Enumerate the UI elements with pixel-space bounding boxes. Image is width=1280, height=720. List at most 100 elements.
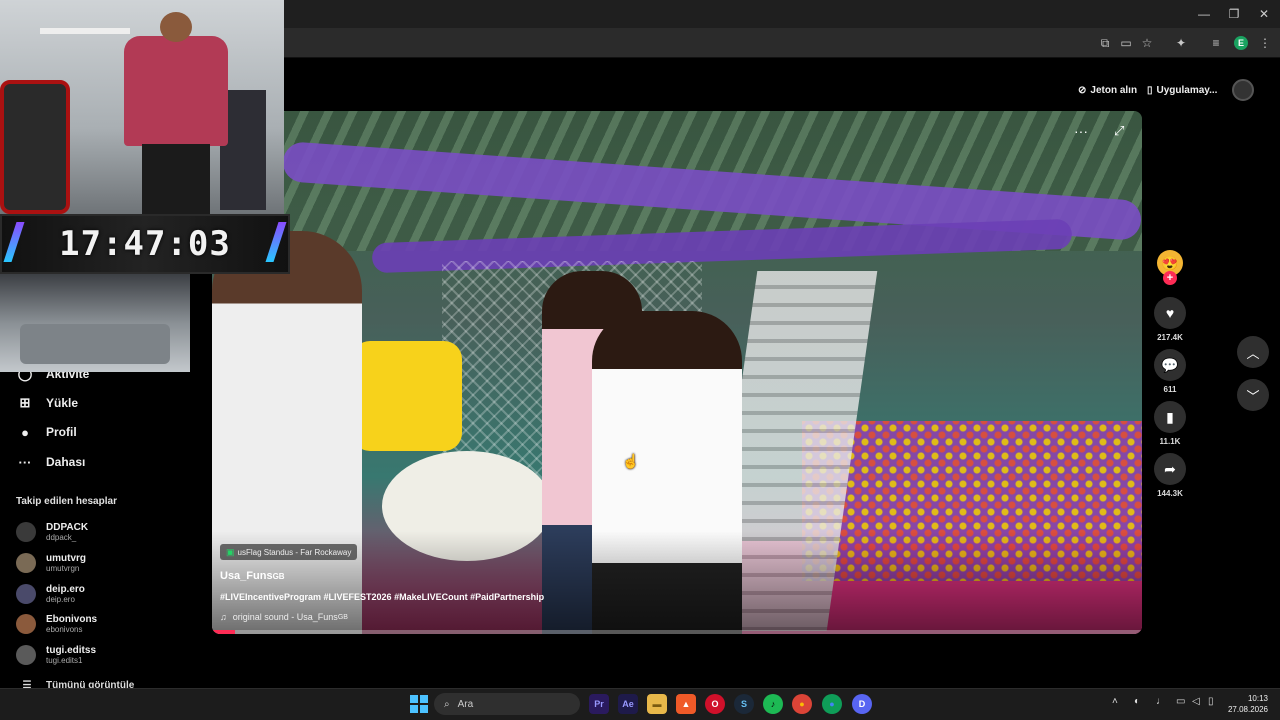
taskbar-date: 27.08.2026 (1227, 705, 1268, 714)
taskbar (0, 688, 1280, 720)
video-sound[interactable]: ♫ original sound - Usa_Funs GB (220, 612, 348, 622)
like-count: 217.4K (1157, 333, 1183, 342)
sidebar-item-upload[interactable]: ⊞ Yükle (16, 391, 78, 415)
avatar (16, 614, 36, 634)
account-handle: umutvrgn (46, 563, 80, 573)
followed-account[interactable]: Ebonivons ebonivons (16, 609, 97, 639)
get-app-label: Uygulamay... (1156, 84, 1218, 96)
more-icon: ··· (18, 454, 32, 470)
coin-icon: ⊘ (1078, 84, 1087, 96)
premiere-icon[interactable]: Pr (589, 694, 609, 714)
share-icon: ➦ (1164, 460, 1176, 477)
following-heading: Takip edilen hesaplar (16, 496, 117, 507)
comment-button[interactable]: 💬 (1154, 349, 1186, 381)
search-icon: ⌕ (444, 698, 450, 710)
webcam-bed (20, 324, 170, 364)
video-frame-car (352, 341, 462, 451)
avatar (16, 522, 36, 542)
clock-time: 17:47:03 (59, 224, 231, 264)
chrome-profile-icon[interactable]: ● (822, 694, 842, 714)
video-progress-fill (212, 630, 236, 634)
get-coins-button[interactable]: ⊘ Jeton alın (1078, 77, 1137, 103)
edge-icon[interactable]: ◐ (1134, 696, 1140, 707)
share-button[interactable]: ➦ (1154, 453, 1186, 485)
webcam-overlay (0, 0, 284, 214)
discord-icon[interactable]: D (852, 694, 872, 714)
minimize-button[interactable]: — (1188, 0, 1220, 28)
like-button[interactable]: ♥ (1154, 297, 1186, 329)
location-label: usFlag Standus - Far Rockaway (237, 547, 352, 557)
user-avatar[interactable] (1232, 79, 1254, 101)
chevron-up-icon[interactable]: ˄ (1112, 696, 1118, 707)
maximize-button[interactable]: ❐ (1218, 0, 1250, 28)
folder-icon[interactable]: ▬ (647, 694, 667, 714)
translate-icon[interactable]: ⧉ (1096, 34, 1114, 52)
volume-icon[interactable]: ◁ (1192, 696, 1200, 707)
previous-video-button[interactable]: ︿ (1237, 336, 1269, 368)
battery-icon[interactable]: ▯ (1208, 696, 1214, 707)
stream-clock: 17:47:03 (0, 214, 290, 274)
webcam-room-overlay (0, 274, 190, 372)
profile-icon[interactable]: E (1232, 34, 1250, 52)
sound-suffix: GB (337, 613, 348, 621)
followed-account[interactable]: deip.ero deip.ero (16, 579, 85, 609)
fullscreen-icon[interactable]: ⤢ (1114, 123, 1124, 139)
spotify-icon[interactable]: ♪ (763, 694, 783, 714)
network-icon[interactable]: ▭ (1176, 696, 1185, 707)
menu-icon[interactable]: ⋮ (1256, 34, 1274, 52)
sidebar-item-label: Dahası (46, 455, 86, 469)
avatar (16, 584, 36, 604)
get-app-button[interactable]: ▯ Uygulamay... (1147, 77, 1217, 103)
account-handle: tugi.edits1 (46, 655, 83, 665)
close-button[interactable]: ✕ (1248, 0, 1280, 28)
chevron-down-icon: ﹀ (1246, 388, 1260, 404)
more-options-icon[interactable]: ··· (1074, 123, 1088, 139)
followed-account[interactable]: DDPACK ddpack_ (16, 517, 88, 547)
brave-icon[interactable]: ▲ (676, 694, 696, 714)
chrome-icon[interactable]: ● (792, 694, 812, 714)
extensions-icon[interactable]: ✦ (1172, 34, 1190, 52)
heart-icon: ♥ (1165, 305, 1175, 321)
account-handle: ddpack_ (46, 532, 77, 542)
sidebar-item-label: Profil (46, 425, 77, 439)
video-player[interactable]: ··· ⤢ ▣ usFlag Standus - Far Rockaway Us… (212, 111, 1142, 634)
account-name: tugi.editss (46, 644, 97, 656)
music-note-icon: ♫ (220, 612, 227, 622)
followed-account[interactable]: tugi.editss tugi.edits1 (16, 640, 96, 670)
microphone-icon[interactable]: ♩ (1156, 696, 1166, 707)
followed-account[interactable]: umutvrg umutvrgn (16, 548, 86, 578)
video-caption[interactable]: #LIVEIncentiveProgram #LIVEFEST2026 #Mak… (220, 592, 544, 602)
taskbar-clock[interactable]: 10:13 27.08.2026 (1226, 693, 1268, 715)
opera-icon[interactable]: O (705, 694, 725, 714)
webcam-head (160, 12, 192, 42)
follow-plus-icon[interactable]: + (1163, 271, 1177, 285)
steam-icon[interactable]: S (734, 694, 754, 714)
save-count: 11.1K (1159, 437, 1181, 446)
windows-start-icon[interactable] (410, 695, 428, 713)
get-coins-label: Jeton alın (1090, 84, 1138, 96)
cast-icon[interactable]: ▭ (1117, 34, 1135, 52)
taskbar-search[interactable]: ⌕ Ara (434, 693, 580, 715)
after-effects-icon[interactable]: Ae (618, 694, 638, 714)
media-icon[interactable]: ≡ (1207, 34, 1225, 52)
sidebar-item-more[interactable]: ··· Dahası (16, 450, 86, 474)
location-icon: ▣ (226, 546, 235, 557)
author-suffix: GB (272, 572, 285, 581)
search-placeholder: Ara (457, 698, 474, 710)
location-tag[interactable]: ▣ usFlag Standus - Far Rockaway (220, 544, 358, 560)
next-video-button[interactable]: ﹀ (1237, 379, 1269, 411)
upload-icon: ⊞ (19, 395, 31, 410)
account-handle: deip.ero (46, 594, 75, 604)
chevron-up-icon: ︿ (1246, 345, 1260, 361)
webcam-shorts (142, 144, 210, 214)
save-button[interactable]: ▮ (1154, 401, 1186, 433)
star-icon[interactable]: ☆ (1138, 34, 1156, 52)
account-name: umutvrg (46, 552, 86, 564)
author-name: Usa_Funs (220, 570, 273, 582)
avatar (16, 645, 36, 665)
video-progress-bar[interactable] (212, 630, 1142, 634)
hand-cursor-icon: ☝ (622, 453, 640, 469)
video-author[interactable]: Usa_FunsGB (220, 570, 285, 582)
sidebar-item-profile[interactable]: ● Profil (16, 420, 77, 444)
account-name: DDPACK (46, 521, 89, 533)
